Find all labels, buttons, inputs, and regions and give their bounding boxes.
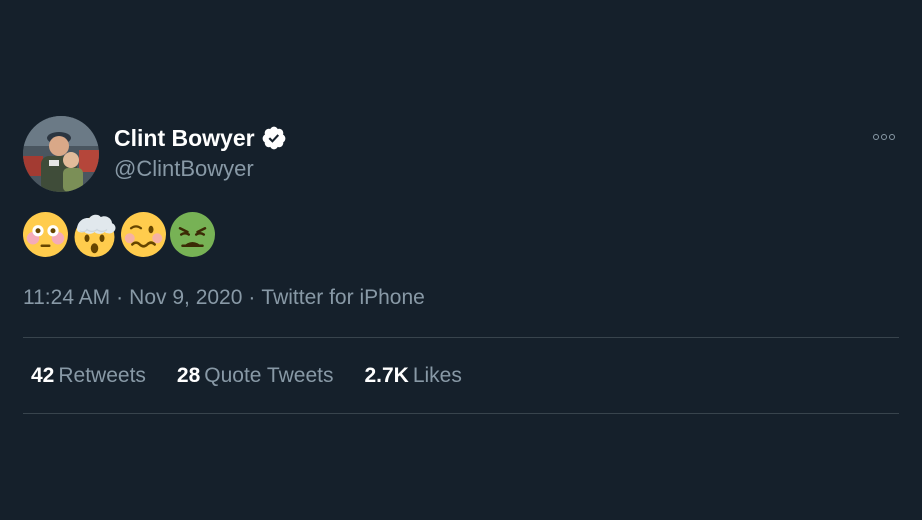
- profile-photo-icon: [23, 116, 99, 192]
- retweets-stat[interactable]: 42 Retweets: [31, 362, 146, 390]
- author-handle[interactable]: @ClintBowyer: [114, 155, 254, 183]
- avatar[interactable]: [23, 116, 99, 192]
- flushed-face-icon: [23, 212, 68, 257]
- likes-count: 2.7K: [364, 364, 409, 387]
- tweet-source[interactable]: Twitter for iPhone: [261, 286, 424, 309]
- ellipsis-icon-dot: [889, 134, 895, 140]
- retweets-label: Retweets: [58, 364, 146, 387]
- quote-tweets-count: 28: [176, 364, 201, 387]
- quote-tweets-stat[interactable]: 28 Quote Tweets: [177, 362, 334, 390]
- divider: [23, 413, 899, 414]
- retweets-count: 42: [31, 364, 55, 387]
- tweet-date[interactable]: Nov 9, 2020: [129, 286, 242, 309]
- woozy-face-icon: [121, 212, 166, 257]
- tweet-detail: Clint Bowyer @ClintBowyer 11:24 AM · Nov…: [0, 0, 922, 520]
- tweet-text: [23, 212, 215, 257]
- meta-separator: ·: [116, 286, 124, 309]
- tweet-stats: 42 Retweets 28 Quote Tweets 2.7K Likes: [31, 362, 462, 390]
- ellipsis-icon-dot: [881, 134, 887, 140]
- display-name[interactable]: Clint Bowyer: [114, 124, 255, 152]
- nauseated-face-icon: [170, 212, 215, 257]
- exploding-head-icon: [74, 214, 116, 257]
- meta-separator: ·: [248, 286, 256, 309]
- tweet-metadata: 11:24 AM · Nov 9, 2020 · Twitter for iPhone: [23, 284, 425, 312]
- more-options-button[interactable]: [866, 126, 902, 148]
- author-name-row: Clint Bowyer: [114, 124, 287, 152]
- quote-tweets-label: Quote Tweets: [204, 364, 334, 387]
- tweet-time[interactable]: 11:24 AM: [23, 286, 110, 309]
- verified-badge-icon: [262, 126, 285, 150]
- ellipsis-icon: [873, 134, 879, 140]
- likes-label: Likes: [412, 364, 462, 387]
- divider: [23, 337, 899, 338]
- likes-stat[interactable]: 2.7K Likes: [364, 362, 461, 390]
